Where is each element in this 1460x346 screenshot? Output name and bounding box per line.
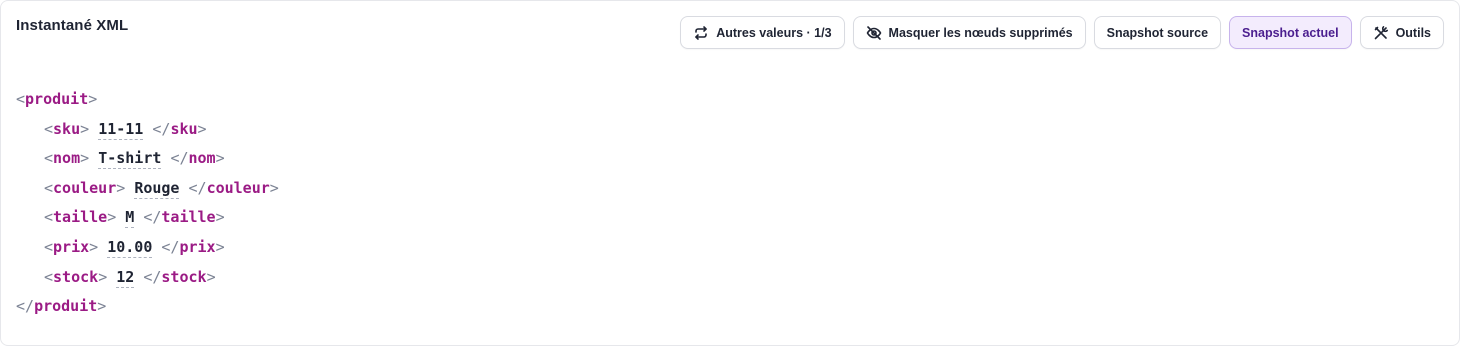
toolbar: Autres valeurs · 1/3 Masquer les nœuds s… (680, 16, 1444, 49)
xml-field-row: <sku> 11-11 </sku> (44, 119, 207, 140)
field-tag-open: taille (53, 208, 108, 227)
tools-button[interactable]: Outils (1359, 16, 1444, 49)
xml-snapshot-panel: Instantané XML Autres valeurs · 1/3 Masq… (0, 0, 1460, 346)
field-tag-close: stock (161, 267, 207, 286)
xml-field-row: <taille> M </taille> (44, 208, 225, 229)
field-tag-open: nom (53, 149, 81, 168)
other-values-button[interactable]: Autres valeurs · 1/3 (680, 16, 845, 49)
field-tag-close: taille (161, 208, 216, 227)
field-value[interactable]: 12 (116, 267, 135, 288)
field-tag-open: stock (53, 267, 99, 286)
root-tag-open: produit (25, 90, 89, 108)
field-value[interactable]: 11-11 (98, 119, 144, 140)
other-values-label: Autres valeurs · 1/3 (716, 25, 832, 40)
xml-field-row: <stock> 12 </stock> (44, 267, 216, 288)
field-tag-open: couleur (53, 178, 117, 197)
snapshot-current-label: Snapshot actuel (1242, 25, 1339, 40)
field-tag-open: sku (53, 119, 81, 138)
field-value[interactable]: M (125, 208, 135, 229)
root-tag-close: produit (34, 297, 98, 316)
repeat-icon (693, 25, 709, 41)
snapshot-source-label: Snapshot source (1106, 25, 1209, 40)
field-value[interactable]: 10.00 (107, 237, 153, 258)
field-tag-close: prix (179, 237, 216, 256)
xml-field-row: <nom> T-shirt </nom> (44, 149, 225, 170)
field-tag-close: couleur (206, 178, 270, 197)
snapshot-source-button[interactable]: Snapshot source (1093, 16, 1222, 49)
snapshot-current-button[interactable]: Snapshot actuel (1229, 16, 1352, 49)
xml-field-row: <prix> 10.00 </prix> (44, 237, 225, 258)
panel-title: Instantané XML (16, 17, 129, 34)
hide-deleted-nodes-button[interactable]: Masquer les nœuds supprimés (852, 16, 1086, 49)
hide-deleted-nodes-label: Masquer les nœuds supprimés (888, 25, 1073, 40)
field-value[interactable]: Rouge (134, 178, 180, 199)
xml-close-root: </produit> (16, 297, 107, 316)
xml-open-root: <produit> (16, 90, 98, 108)
tools-icon (1373, 25, 1389, 41)
field-tag-open: prix (53, 237, 90, 256)
eye-off-icon (866, 25, 882, 41)
field-tag-close: sku (170, 119, 198, 138)
field-value[interactable]: T-shirt (98, 149, 162, 170)
xml-field-row: <couleur> Rouge </couleur> (44, 178, 279, 199)
tools-label: Outils (1395, 25, 1431, 40)
xml-code-view: <produit> <sku> 11-11 </sku> <nom> T-shi… (16, 85, 279, 322)
field-tag-close: nom (188, 149, 216, 168)
